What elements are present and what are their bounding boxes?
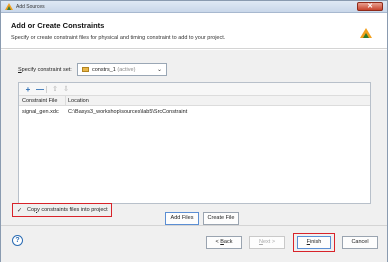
constraint-set-label: Specify constraint set: — [18, 67, 72, 73]
folder-icon — [82, 67, 89, 72]
copy-constraints-option[interactable]: ✓ Copy constraints files into project — [12, 203, 112, 217]
dialog-header: Add or Create Constraints Specify or cre… — [1, 14, 387, 49]
files-toolbar: + — ⇧ ⇩ — [19, 83, 370, 96]
vivado-logo-icon — [360, 28, 372, 38]
add-sources-window: Add Sources ✕ Add or Create Constraints … — [0, 0, 388, 262]
column-divider — [65, 96, 66, 106]
back-button[interactable]: < Back — [206, 236, 242, 249]
finish-button[interactable]: Finish — [297, 236, 331, 249]
cell-constraint-file: signal_gen.xdc — [22, 109, 59, 115]
copy-constraints-checkbox[interactable]: ✓ — [17, 207, 23, 214]
page-subtitle: Specify or create constraint files for p… — [11, 35, 226, 41]
add-files-button[interactable]: Add Files — [165, 212, 199, 225]
toolbar-separator — [46, 86, 47, 93]
cancel-button[interactable]: Cancel — [342, 236, 378, 249]
column-header-constraint-file[interactable]: Constraint File — [22, 98, 57, 104]
checkmark-icon: ✓ — [17, 208, 23, 214]
vivado-app-icon — [5, 3, 13, 10]
add-icon[interactable]: + — [23, 84, 33, 95]
remove-icon[interactable]: — — [35, 84, 45, 95]
constraint-set-value: constrs_1 (active) — [92, 67, 136, 73]
create-file-button[interactable]: Create File — [203, 212, 239, 225]
window-title: Add Sources — [16, 3, 45, 10]
footer-divider — [1, 225, 387, 226]
help-button[interactable]: ? — [12, 235, 23, 246]
move-down-icon[interactable]: ⇩ — [61, 84, 71, 95]
dialog-body: Specify constraint set: constrs_1 (activ… — [1, 50, 387, 262]
column-header-location[interactable]: Location — [68, 98, 89, 104]
copy-constraints-label: Copy constraints files into project — [27, 206, 108, 213]
constraint-set-dropdown[interactable]: constrs_1 (active) ⌄ — [77, 63, 167, 76]
title-bar: Add Sources ✕ — [1, 1, 387, 13]
move-up-icon[interactable]: ⇧ — [50, 84, 60, 95]
table-row[interactable]: signal_gen.xdc C:\Basys3_workshop\source… — [19, 107, 370, 117]
next-button[interactable]: Next > — [249, 236, 285, 249]
table-header: Constraint File Location — [19, 96, 370, 106]
constraint-files-panel: + — ⇧ ⇩ Constraint File Location signal_… — [18, 82, 371, 204]
page-title: Add or Create Constraints — [11, 21, 105, 30]
close-button[interactable]: ✕ — [357, 2, 383, 11]
cell-location: C:\Basys3_workshop\sources\lab5\SrcConst… — [68, 109, 188, 115]
chevron-down-icon: ⌄ — [156, 67, 162, 73]
